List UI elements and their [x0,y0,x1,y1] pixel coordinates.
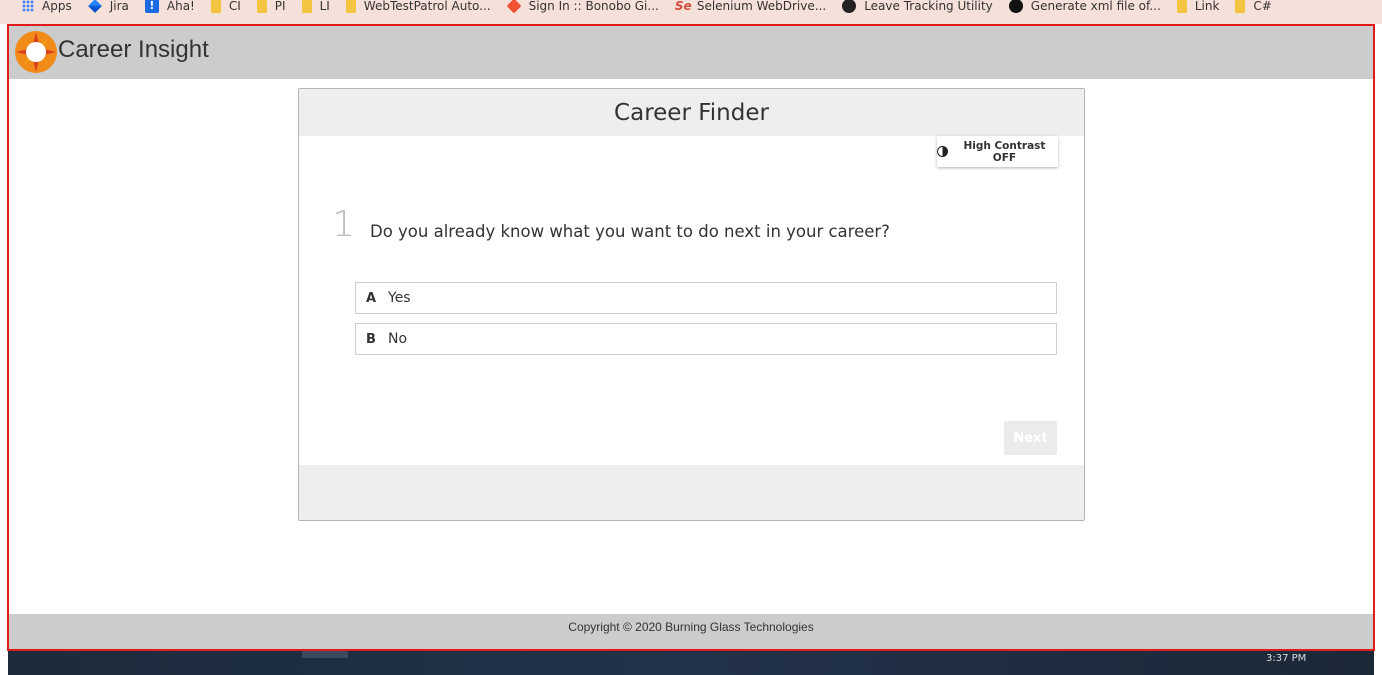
career-finder-card: Career Finder High Contrast OFF 1 Do you… [298,88,1085,521]
bookmarks-bar: Apps Jira ! Aha! CI PI LI WebTestPatrol A… [0,0,1382,24]
next-button[interactable]: Next [1004,421,1057,455]
folder-icon [256,0,267,13]
selenium-icon: Se [674,0,692,13]
career-insight-logo-icon [15,31,57,73]
globe-icon [842,0,857,13]
app-title: Career Insight [58,36,209,63]
bookmark-leave-tracking[interactable]: Leave Tracking Utility [842,0,993,13]
bookmark-selenium[interactable]: Se Selenium WebDrive... [675,0,826,13]
aha-icon: ! [144,0,159,13]
folder-icon [210,0,221,13]
option-letter: B [366,331,376,347]
card-title: Career Finder [614,100,769,126]
folder-icon [301,0,312,13]
answer-option-yes[interactable]: A Yes [355,282,1057,314]
bookmark-aha[interactable]: ! Aha! [144,0,195,13]
github-icon [1008,0,1023,13]
bookmark-li[interactable]: LI [301,0,330,13]
option-label: No [388,331,408,347]
answer-option-no[interactable]: B No [355,323,1057,355]
bookmark-generate-xml[interactable]: Generate xml file of... [1008,0,1161,13]
jira-icon [87,0,102,13]
apps-grid-icon [22,0,34,12]
contrast-icon [937,146,948,157]
folder-icon [345,0,356,13]
question-text: Do you already know what you want to do … [370,222,890,241]
taskbar: 3:37 PM [8,651,1374,675]
question-number: 1 [332,204,355,245]
copyright-text: Copyright © 2020 Burning Glass Technolog… [568,620,814,634]
git-icon [506,0,522,14]
card-footer [299,465,1084,520]
bookmark-apps[interactable]: Apps [22,0,72,13]
folder-icon [1235,0,1246,13]
high-contrast-toggle[interactable]: High Contrast OFF [937,136,1058,167]
bookmark-webtestpatrol[interactable]: WebTestPatrol Auto... [345,0,491,13]
app-header: Career Insight [9,26,1373,79]
bookmark-bonobo[interactable]: Sign In :: Bonobo Gi... [506,0,659,14]
bookmark-csharp[interactable]: C# [1235,0,1272,13]
bookmark-jira[interactable]: Jira [87,0,129,13]
bookmark-pi[interactable]: PI [256,0,286,13]
high-contrast-label: High Contrast OFF [963,139,1046,164]
option-letter: A [366,290,377,306]
taskbar-clock: 3:37 PM [1266,653,1307,664]
card-header: Career Finder [299,89,1084,136]
folder-icon [1176,0,1187,13]
bookmark-link[interactable]: Link [1176,0,1219,13]
option-label: Yes [388,290,411,306]
taskbar-app-tile[interactable] [302,651,348,658]
page-footer: Copyright © 2020 Burning Glass Technolog… [9,614,1373,649]
bookmark-ci[interactable]: CI [210,0,241,13]
